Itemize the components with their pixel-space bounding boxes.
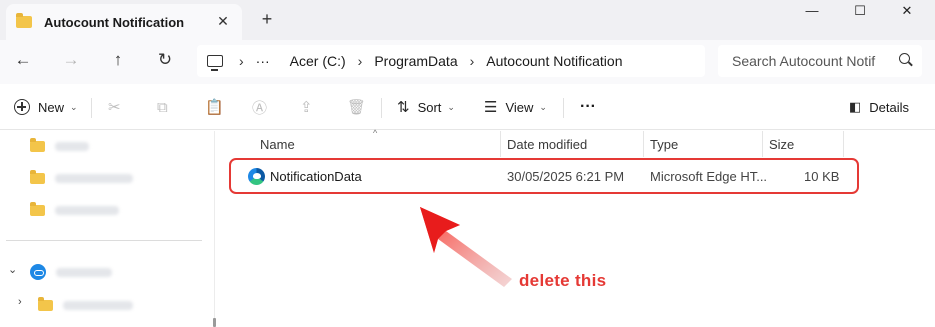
new-tab-button[interactable]: + xyxy=(257,9,277,29)
paste-icon: 📋 xyxy=(205,99,224,116)
search-icon[interactable] xyxy=(899,53,910,64)
divider xyxy=(91,98,92,118)
redacted-label xyxy=(55,141,89,151)
sidebar-folder-item[interactable] xyxy=(30,201,119,219)
details-button[interactable]: ◧ Details xyxy=(849,96,909,118)
close-window-button[interactable]: ✕ xyxy=(884,0,930,24)
column-header-size[interactable]: Size xyxy=(769,131,794,157)
minimize-button[interactable]: — xyxy=(789,0,835,24)
share-icon: ⇪ xyxy=(300,99,313,116)
copy-icon: ⧉ xyxy=(157,98,168,116)
details-label: Details xyxy=(869,99,910,115)
command-bar: New ⌄ ✂ ⧉ 📋 Ⓐ ⇪ 🗑 ⇅ Sort ⌄ ☰ View ⌄ ··· … xyxy=(0,84,935,130)
sidebar-divider xyxy=(6,240,202,241)
column-divider[interactable] xyxy=(762,131,763,157)
folder-icon xyxy=(16,13,32,28)
computer-icon[interactable] xyxy=(207,55,223,71)
paste-button[interactable]: 📋 xyxy=(205,96,224,118)
add-icon xyxy=(14,99,30,115)
divider xyxy=(563,98,564,118)
chevron-down-icon: ⌄ xyxy=(70,101,78,112)
breadcrumb-autocount-notification[interactable]: Autocount Notification xyxy=(486,53,622,69)
details-pane-icon: ◧ xyxy=(849,99,862,114)
cut-button[interactable]: ✂ xyxy=(108,96,121,118)
rename-button[interactable]: Ⓐ xyxy=(252,96,267,118)
column-header-name[interactable]: Name xyxy=(260,131,295,157)
breadcrumb-separator[interactable]: › xyxy=(470,53,475,69)
tab-autocount-notification[interactable]: Autocount Notification ✕ xyxy=(6,4,242,40)
highlight-box xyxy=(229,158,859,194)
address-row: ← → ↑ ↻ › ··· Acer (C:) › ProgramData › … xyxy=(0,40,935,84)
breadcrumb-separator[interactable]: › xyxy=(239,53,244,69)
chevron-down-icon[interactable]: ⌄ xyxy=(8,263,17,276)
sort-icon: ⇅ xyxy=(397,99,410,116)
new-button[interactable]: New ⌄ xyxy=(14,96,78,118)
forward-button[interactable]: → xyxy=(59,50,83,72)
new-label: New xyxy=(38,99,65,115)
folder-icon xyxy=(30,201,45,216)
folder-icon xyxy=(38,296,53,311)
view-icon: ☰ xyxy=(484,99,498,116)
column-header-date-modified[interactable]: Date modified xyxy=(507,131,587,157)
chevron-down-icon: ⌄ xyxy=(539,101,547,112)
sidebar-folder-item[interactable] xyxy=(30,169,133,187)
column-divider[interactable] xyxy=(500,131,501,157)
redacted-label xyxy=(55,173,133,183)
column-divider[interactable] xyxy=(643,131,644,157)
more-options-button[interactable]: ··· xyxy=(580,96,596,118)
sort-button[interactable]: ⇅ Sort ⌄ xyxy=(397,96,455,118)
view-button[interactable]: ☰ View ⌄ xyxy=(484,96,547,118)
maximize-button[interactable]: ☐ xyxy=(837,0,883,24)
column-divider[interactable] xyxy=(843,131,844,157)
breadcrumb-separator[interactable]: › xyxy=(358,53,363,69)
annotation-label: delete this xyxy=(519,271,607,290)
copy-button[interactable]: ⧉ xyxy=(157,96,168,118)
title-bar: Autocount Notification ✕ + — ☐ ✕ xyxy=(0,0,935,40)
sidebar-folder-item[interactable] xyxy=(38,296,133,314)
delete-button[interactable]: 🗑 xyxy=(347,96,366,118)
cut-icon: ✂ xyxy=(108,99,121,116)
breadcrumb-drive[interactable]: Acer (C:) xyxy=(290,53,346,69)
chevron-down-icon: ⌄ xyxy=(447,101,455,112)
redacted-label xyxy=(56,267,112,277)
cloud-icon xyxy=(30,264,46,280)
address-bar[interactable]: › ··· Acer (C:) › ProgramData › Autocoun… xyxy=(197,45,705,77)
sidebar-cloud-item[interactable] xyxy=(30,263,112,281)
breadcrumb-programdata[interactable]: ProgramData xyxy=(374,53,457,69)
column-header-type[interactable]: Type xyxy=(650,131,678,157)
up-button[interactable]: ↑ xyxy=(106,50,130,72)
folder-icon xyxy=(30,169,45,184)
rename-icon: Ⓐ xyxy=(252,99,268,117)
sort-ascending-icon: ^ xyxy=(373,128,378,138)
navigation-pane: ⌄ › xyxy=(0,131,215,327)
share-button[interactable]: ⇪ xyxy=(300,96,313,118)
folder-icon xyxy=(30,137,45,152)
sort-label: Sort xyxy=(417,99,442,115)
trash-icon: 🗑 xyxy=(347,99,367,116)
divider xyxy=(381,98,382,118)
refresh-button[interactable]: ↻ xyxy=(153,50,177,72)
search-placeholder: Search Autocount Notif xyxy=(732,53,876,69)
sidebar-folder-item[interactable] xyxy=(30,137,89,155)
redacted-label xyxy=(55,205,119,215)
breadcrumb-more[interactable]: ··· xyxy=(256,53,270,69)
search-input[interactable]: Search Autocount Notif xyxy=(718,45,922,77)
back-button[interactable]: ← xyxy=(11,50,35,72)
view-label: View xyxy=(505,99,534,115)
chevron-right-icon[interactable]: › xyxy=(18,296,22,308)
redacted-label xyxy=(63,300,133,310)
annotation-arrow-icon xyxy=(420,207,512,287)
tab-close-icon[interactable]: ✕ xyxy=(214,13,232,30)
tab-title: Autocount Notification xyxy=(44,14,185,30)
